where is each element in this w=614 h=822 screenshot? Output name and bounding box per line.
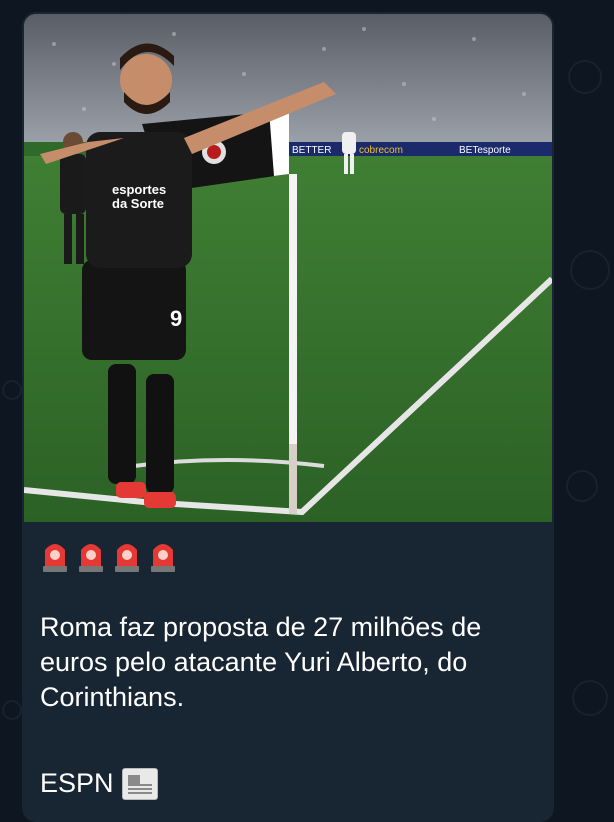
wallpaper-doodle (2, 700, 22, 720)
wallpaper-doodle (2, 380, 22, 400)
siren-icon (43, 544, 67, 572)
shirt-sponsor-2: da Sorte (112, 196, 164, 211)
message-photo[interactable]: BETTER cobrecom BETesporte 9 esportes da… (24, 14, 552, 522)
photo-illustration: BETTER cobrecom BETesporte 9 esportes da… (24, 14, 552, 522)
shirt-sponsor-1: esportes (112, 182, 166, 197)
board-text-2: cobrecom (359, 145, 403, 156)
newspaper-icon (121, 767, 158, 800)
shorts-number: 9 (170, 306, 182, 331)
siren-icon (115, 544, 139, 572)
wallpaper-doodle (570, 250, 610, 290)
message-source: ESPN (40, 766, 158, 801)
board-text-3: BETesporte (459, 145, 511, 156)
message-bubble[interactable]: BETTER cobrecom BETesporte 9 esportes da… (22, 12, 554, 822)
source-label: ESPN (40, 768, 114, 798)
board-text-1: BETTER (292, 145, 331, 156)
siren-emoji-row (41, 538, 177, 572)
message-caption: Roma faz proposta de 27 milhões de euros… (40, 612, 482, 712)
siren-icon (151, 544, 175, 572)
wallpaper-doodle (566, 470, 598, 502)
wallpaper-doodle (568, 60, 602, 94)
chat-screen: { "message": { "image_alt": "Jogador do … (0, 0, 614, 822)
wallpaper-doodle (572, 680, 608, 716)
siren-icon (79, 544, 103, 572)
